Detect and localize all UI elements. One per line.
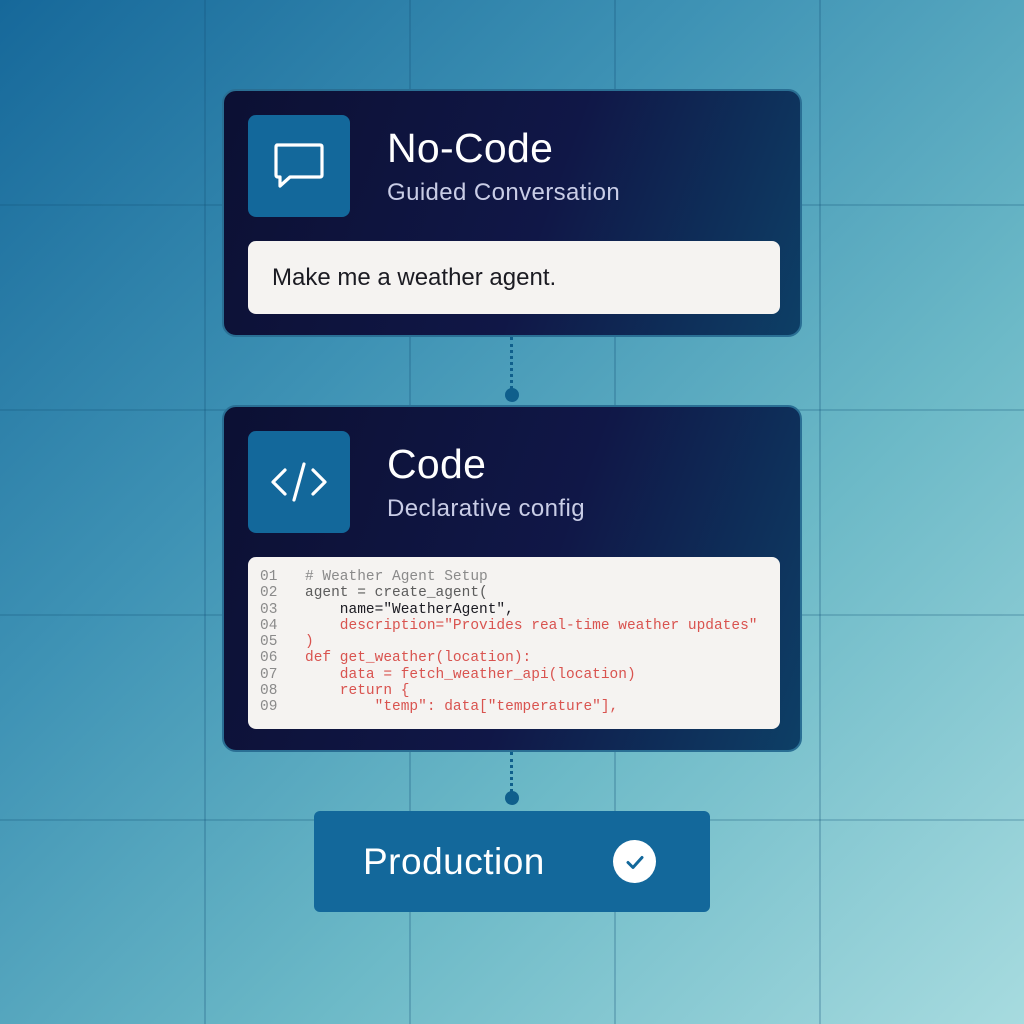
code-line: 03 name="WeatherAgent", [260, 602, 780, 618]
chat-bubble-icon [248, 115, 350, 217]
code-line: 08 return { [260, 683, 780, 699]
prompt-text: Make me a weather agent. [272, 263, 557, 291]
code-text: return { [305, 683, 410, 700]
code-text: # Weather Agent Setup [305, 569, 488, 585]
code-title: Code [387, 441, 487, 487]
line-number: 04 [260, 617, 278, 634]
line-number: 06 [260, 650, 278, 667]
connector-line [510, 752, 513, 792]
code-line: 07 data = fetch_weather_api(location) [260, 667, 780, 683]
code-line: 06 def get_weather(location): [260, 650, 780, 666]
production-label: Production [363, 841, 545, 882]
code-text: agent = create_agent( [305, 585, 488, 602]
code-line: 09 "temp": data["temperature"], [260, 699, 780, 715]
line-number: 02 [260, 585, 278, 602]
no-code-card: No-Code Guided Conversation Make me a we… [222, 89, 802, 337]
code-text: ) [305, 634, 314, 651]
code-text: name="WeatherAgent", [305, 601, 514, 618]
line-number: 03 [260, 601, 278, 618]
code-line: 02 agent = create_agent( [260, 585, 780, 601]
code-brackets-icon [248, 431, 350, 533]
check-circle-icon [613, 840, 656, 883]
code-text: def get_weather(location): [305, 650, 532, 667]
prompt-input[interactable]: Make me a weather agent. [248, 241, 780, 314]
code-subtitle: Declarative config [387, 495, 585, 522]
code-card: Code Declarative config 01 # Weather Agen… [222, 405, 802, 752]
line-number: 09 [260, 699, 278, 716]
no-code-title: No-Code [387, 125, 554, 171]
code-text: "temp": data["temperature"], [305, 699, 619, 716]
code-text: data = fetch_weather_api(location) [305, 666, 636, 683]
connector-line [510, 337, 513, 389]
code-text: description="Provides real-time weather … [305, 617, 758, 634]
line-number: 01 [260, 569, 278, 585]
code-line: 01 # Weather Agent Setup [260, 569, 780, 585]
production-button[interactable]: Production [314, 811, 710, 912]
code-editor[interactable]: 01 # Weather Agent Setup 02 agent = create_… [248, 557, 780, 729]
connector-dot [505, 388, 519, 402]
connector-dot [505, 791, 519, 805]
line-number: 07 [260, 666, 278, 683]
no-code-subtitle: Guided Conversation [387, 179, 621, 206]
line-number: 05 [260, 634, 278, 651]
code-line: 05) [260, 634, 780, 650]
code-line: 04 description="Provides real-time weath… [260, 618, 780, 634]
line-number: 08 [260, 683, 278, 700]
